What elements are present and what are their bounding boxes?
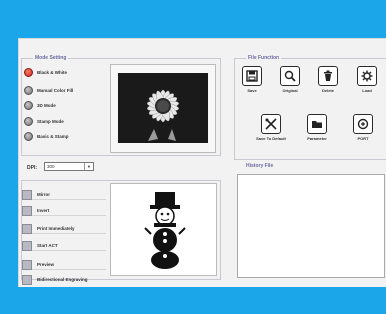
checkbox[interactable] bbox=[22, 240, 32, 251]
mode-3d[interactable]: 3D Mode bbox=[24, 101, 56, 110]
trash-icon bbox=[318, 66, 338, 86]
radio-icon[interactable] bbox=[24, 86, 33, 95]
history-file-title: History File bbox=[244, 163, 276, 169]
port-icon bbox=[353, 114, 373, 134]
chevron-down-icon[interactable]: ▼ bbox=[84, 163, 93, 170]
save-button[interactable]: Save bbox=[238, 66, 266, 93]
dpi-select[interactable]: 300 ▼ bbox=[44, 162, 94, 171]
radio-selected-icon[interactable] bbox=[24, 68, 33, 77]
checkbox[interactable] bbox=[22, 189, 32, 200]
mode-manual-color-fill[interactable]: Manual Color Fill bbox=[24, 86, 73, 95]
checkbox[interactable] bbox=[22, 205, 32, 216]
option-start-act[interactable]: Start ACT bbox=[22, 240, 106, 251]
original-button[interactable]: Original bbox=[276, 66, 304, 93]
bottom-bar bbox=[0, 289, 386, 314]
delete-button[interactable]: Delete bbox=[314, 66, 342, 93]
option-preview[interactable]: Preview bbox=[22, 259, 106, 270]
folder-icon bbox=[307, 114, 327, 134]
load-gear-icon bbox=[357, 66, 377, 86]
tools-icon bbox=[261, 114, 281, 134]
parameter-button[interactable]: Parameter bbox=[303, 114, 331, 141]
sunflower-image bbox=[118, 73, 208, 143]
mode-setting-title: Mode Setting bbox=[33, 55, 69, 61]
radio-icon[interactable] bbox=[24, 117, 33, 126]
mode-stamp[interactable]: Stamp Mode bbox=[24, 117, 64, 126]
radio-icon[interactable] bbox=[24, 132, 33, 141]
mode-black-white[interactable]: Black & White bbox=[24, 68, 67, 77]
stamp-preview[interactable] bbox=[110, 183, 217, 276]
checkbox[interactable] bbox=[22, 274, 32, 285]
mode-basic-stamp[interactable]: Basic & Stamp bbox=[24, 132, 69, 141]
option-print-immediately[interactable]: Print Immediately bbox=[22, 223, 106, 234]
checkbox[interactable] bbox=[22, 223, 32, 234]
magnifier-icon bbox=[280, 66, 300, 86]
checkbox[interactable] bbox=[22, 259, 32, 270]
save-icon bbox=[242, 66, 262, 86]
port-button[interactable]: PORT bbox=[349, 114, 377, 141]
snowman-image bbox=[144, 192, 186, 269]
option-bidirectional-engraving[interactable]: Bidirectional Engraving bbox=[22, 274, 106, 285]
dpi-label: DPI: bbox=[27, 165, 37, 171]
load-button[interactable]: Load bbox=[353, 66, 381, 93]
image-preview[interactable] bbox=[110, 64, 216, 153]
option-mirror[interactable]: Mirror bbox=[22, 189, 106, 200]
save-to-default-button[interactable]: Save To Default bbox=[253, 114, 289, 141]
file-function-title: File Function bbox=[246, 55, 282, 61]
radio-icon[interactable] bbox=[24, 101, 33, 110]
history-file-list[interactable] bbox=[237, 174, 385, 278]
option-invert[interactable]: Invert bbox=[22, 205, 106, 216]
